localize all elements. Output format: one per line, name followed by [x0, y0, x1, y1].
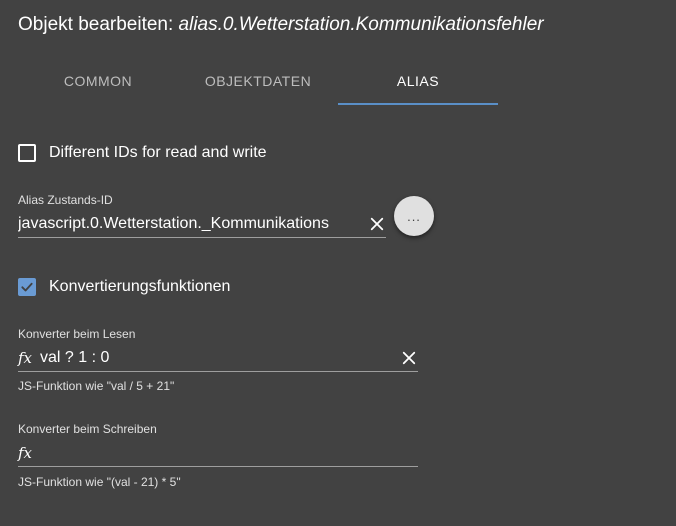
tab-bar: COMMON OBJEKTDATEN ALIAS — [18, 58, 498, 106]
checkbox-checked-icon — [18, 278, 36, 296]
select-id-button[interactable]: ... — [394, 196, 434, 236]
different-ids-label: Different IDs for read and write — [49, 144, 267, 161]
read-converter-field[interactable]: fx val ? 1 : 0 — [18, 344, 418, 372]
clear-icon[interactable] — [400, 349, 418, 367]
conversion-label: Konvertierungsfunktionen — [49, 278, 231, 295]
different-ids-checkbox[interactable]: Different IDs for read and write — [18, 144, 267, 162]
tab-objektdaten[interactable]: OBJEKTDATEN — [178, 58, 338, 104]
alias-state-id-input[interactable]: javascript.0.Wetterstation._Kommunikatio… — [18, 215, 360, 233]
dialog-title-prefix: Objekt bearbeiten: — [18, 14, 179, 35]
write-converter-label: Konverter beim Schreiben — [18, 422, 157, 436]
function-icon: fx — [18, 443, 33, 462]
dialog-object-id: alias.0.Wetterstation.Kommunikationsfehl… — [178, 14, 544, 35]
write-converter-field[interactable]: fx — [18, 439, 418, 467]
checkbox-unchecked-icon — [18, 144, 36, 162]
function-icon: fx — [18, 348, 33, 367]
write-converter-helper: JS-Funktion wie "(val - 21) * 5" — [18, 475, 181, 489]
tab-alias[interactable]: ALIAS — [338, 58, 498, 104]
clear-icon[interactable] — [368, 215, 386, 233]
dialog-title: Objekt bearbeiten: alias.0.Wetterstation… — [18, 14, 544, 36]
conversion-checkbox[interactable]: Konvertierungsfunktionen — [18, 278, 230, 296]
tab-indicator — [338, 103, 498, 105]
read-converter-input[interactable]: val ? 1 : 0 — [40, 349, 392, 367]
tab-common[interactable]: COMMON — [18, 58, 178, 104]
read-converter-helper: JS-Funktion wie "val / 5 + 21" — [18, 379, 175, 393]
alias-state-id-label: Alias Zustands-ID — [18, 193, 113, 207]
read-converter-label: Konverter beim Lesen — [18, 327, 136, 341]
alias-state-id-field[interactable]: javascript.0.Wetterstation._Kommunikatio… — [18, 210, 386, 238]
